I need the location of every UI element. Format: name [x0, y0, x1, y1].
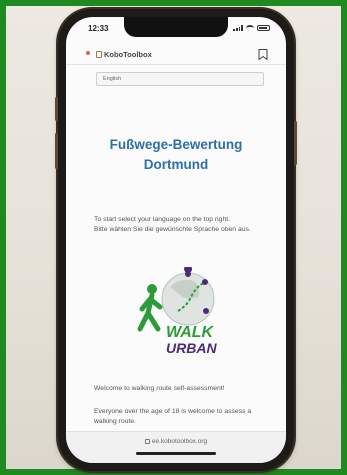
kobo-logo-icon	[96, 51, 102, 58]
eligibility-text: Everyone over the age of 18 is welcome t…	[94, 408, 252, 425]
logo-word-urban: URBAN	[166, 340, 217, 356]
map-pin-icon	[202, 279, 208, 285]
notch	[124, 17, 228, 37]
kobo-logo-text: KoboToolbox	[104, 50, 152, 59]
language-select[interactable]: English	[96, 72, 264, 86]
lock-icon	[144, 439, 150, 444]
phone-device: 12:33 KoboToolbox English Fußwege-Bewert…	[55, 9, 297, 471]
phone-volume-button	[55, 133, 58, 169]
menu-dot-icon[interactable]	[86, 51, 90, 55]
signal-icon	[233, 25, 243, 31]
map-pin-icon	[185, 271, 191, 277]
bookmark-icon[interactable]	[258, 49, 268, 60]
welcome-text: Welcome to walking route self-assessment…	[94, 385, 225, 392]
walker-body	[137, 292, 163, 332]
intro-text: To start select your language on the top…	[94, 215, 266, 234]
intro-text-de: Bitte wählen Sie die gewünschte Sprache …	[94, 225, 251, 233]
phone-mute-switch	[55, 97, 58, 121]
app-header: KoboToolbox	[66, 45, 286, 65]
battery-icon	[257, 25, 270, 31]
url-display[interactable]: ee.kobotoolbox.org	[66, 438, 286, 445]
logo-word-walk: WALK	[166, 324, 215, 341]
walk-urban-logo: WALK URBAN	[137, 267, 217, 356]
kobotoolbox-logo: KoboToolbox	[96, 50, 152, 59]
url-text: ee.kobotoolbox.org	[151, 438, 208, 445]
map-pin-icon	[203, 308, 209, 314]
form-title-line1: Fußwege-Bewertung	[109, 137, 243, 152]
form-title: Fußwege-Bewertung Dortmund	[76, 135, 276, 175]
walker-head	[147, 284, 157, 294]
home-indicator[interactable]	[136, 452, 216, 455]
status-icons	[233, 25, 270, 31]
status-time: 12:33	[88, 24, 109, 33]
intro-text-en: To start select your language on the top…	[94, 216, 231, 223]
wifi-icon	[246, 25, 254, 31]
phone-screen: 12:33 KoboToolbox English Fußwege-Bewert…	[66, 17, 286, 463]
form-title-line2: Dortmund	[143, 157, 209, 172]
phone-power-button	[294, 121, 297, 165]
browser-url-bar[interactable]: ee.kobotoolbox.org	[66, 431, 286, 463]
